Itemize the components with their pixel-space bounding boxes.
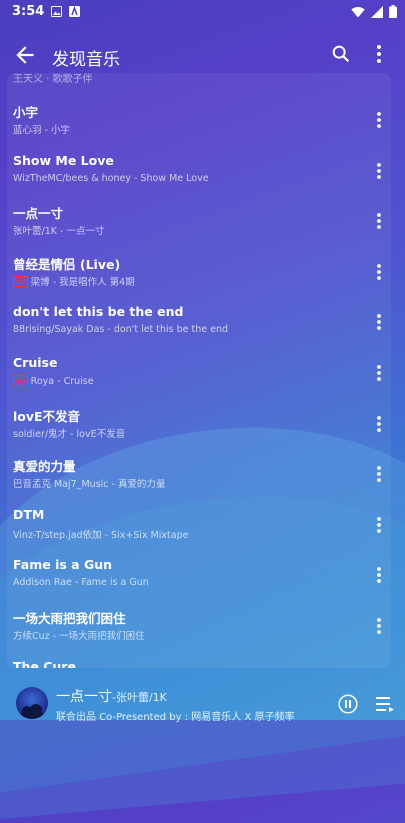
song-list-item[interactable]: Cruise SQ Roya - Cruise: [7, 349, 391, 399]
song-title: 一场大雨把我们困住: [13, 611, 126, 626]
song-artist-album: Vinz-T/step.jad依加 - Six+Six Mixtape: [13, 529, 189, 541]
app-notification-icon: [69, 5, 81, 17]
song-list-item[interactable]: The Cure: [7, 653, 391, 668]
song-title: 真爱的力量: [13, 459, 76, 475]
back-arrow-icon[interactable]: [12, 42, 38, 68]
now-playing-subtitle: 联合出品 Co-Presented by : 网易音乐人 X 原子频率: [56, 712, 295, 723]
album-cover[interactable]: [16, 687, 48, 719]
song-title: 小宇: [13, 105, 39, 120]
song-subtitle: Addison Rae - Fame is a Gun: [13, 577, 149, 588]
song-subtitle: Vinz-T/step.jad依加 - Six+Six Mixtape: [13, 527, 188, 541]
song-artist-album: Roya - Cruise: [30, 376, 94, 387]
song-list-item[interactable]: 真爱的力量巴音孟克 Maj7_Music - 真爱的力量: [7, 450, 391, 500]
song-list-item[interactable]: 一场大雨把我们困住方续Cuz - 一场大雨把我们困住: [7, 602, 391, 652]
song-artist-album: WizTheMC/bees & honey - Show Me Love: [13, 172, 209, 184]
song-list-item[interactable]: DTM Vinz-T/step.jad依加 - Six+Six Mixtape: [7, 501, 391, 551]
song-artist-album: 巴音孟克 Maj7_Music - 真爱的力量: [13, 479, 166, 491]
song-title: Show Me Love: [13, 152, 114, 168]
song-artist-album: 方续Cuz - 一场大雨把我们困住: [13, 631, 145, 642]
search-icon[interactable]: [330, 43, 352, 65]
playlist-icon[interactable]: [376, 696, 394, 712]
song-list-item[interactable]: 曾经是情侣 (Live) SQ 梁博 - 我是唱作人 第4期: [7, 248, 391, 298]
partial-list-item-subtitle: 王天义 · 歌歌子伴: [13, 74, 93, 85]
song-subtitle: 巴音孟克 Maj7_Music - 真爱的力量: [13, 476, 165, 490]
song-title: DTM: [13, 506, 45, 522]
song-title: 曾经是情侣 (Live): [13, 256, 121, 272]
more-options-icon[interactable]: [371, 159, 387, 183]
wifi-icon: [351, 3, 365, 22]
now-playing-song: 一点一寸: [56, 689, 112, 705]
song-list-item[interactable]: lovE不发音 soldier/鬼才 - lovE不发音: [7, 400, 391, 450]
more-options-icon[interactable]: [371, 310, 387, 334]
pause-button[interactable]: [338, 694, 358, 714]
sq-quality-badge: SQ: [13, 375, 28, 386]
song-subtitle: 蓝心羽 - 小宇: [13, 122, 70, 136]
song-title: 一点一寸: [13, 206, 64, 222]
more-options-icon[interactable]: [371, 260, 387, 284]
song-subtitle: 88rising/Sayak Das - don't let this be t…: [13, 324, 228, 335]
more-options-icon[interactable]: [371, 614, 387, 638]
song-artist-album: soldier/鬼才 - lovE不发音: [13, 428, 126, 440]
signal-icon: [371, 3, 383, 22]
battery-icon: [389, 3, 397, 22]
song-subtitle: 张叶蕾/1K - 一点一寸: [13, 223, 104, 237]
song-artist-album: 88rising/Sayak Das - don't let this be t…: [13, 324, 229, 336]
song-title: The Cure: [13, 658, 76, 668]
image-notification-icon: [51, 5, 63, 17]
more-options-icon[interactable]: [371, 462, 387, 486]
song-list-item[interactable]: Show Me Love WizTheMC/bees & honey - Show…: [7, 147, 391, 197]
song-subtitle: SQ 梁博 - 我是唱作人 第4期: [13, 274, 135, 288]
song-subtitle: soldier/鬼才 - lovE不发音: [13, 426, 125, 440]
more-options-icon[interactable]: [371, 108, 387, 132]
song-list: 王天义 · 歌歌子伴 小宇蓝心羽 - 小宇 Show Me Love WizTheM…: [7, 73, 391, 668]
song-subtitle: WizTheMC/bees & honey - Show Me Love: [13, 173, 209, 184]
more-options-icon[interactable]: [371, 412, 387, 436]
song-subtitle: 方续Cuz - 一场大雨把我们困住: [13, 628, 145, 642]
song-title: Cruise: [13, 355, 58, 370]
song-artist-album: 蓝心羽 - 小宇: [13, 125, 70, 136]
song-artist-album: 张叶蕾/1K - 一点一寸: [13, 226, 105, 238]
now-playing-title: 一点一寸-张叶蕾/1K: [56, 686, 167, 706]
status-bar: 3:54: [0, 0, 405, 22]
now-playing-artist: -张叶蕾/1K: [112, 691, 167, 704]
song-title: don't let this be the end: [13, 304, 184, 320]
song-artist-album: Addison Rae - Fame is a Gun: [13, 577, 149, 589]
more-options-icon[interactable]: [371, 209, 387, 233]
song-list-item[interactable]: 小宇蓝心羽 - 小宇: [7, 96, 391, 146]
song-list-item[interactable]: 一点一寸张叶蕾/1K - 一点一寸: [7, 197, 391, 247]
more-options-icon[interactable]: [371, 513, 387, 537]
more-options-icon[interactable]: [371, 563, 387, 587]
song-list-item[interactable]: Fame is a Gun Addison Rae - Fame is a Gun: [7, 551, 391, 601]
page-title: 发现音乐: [52, 50, 120, 70]
song-list-item[interactable]: don't let this be the end 88rising/Sayak …: [7, 298, 391, 348]
song-subtitle: SQ Roya - Cruise: [13, 375, 94, 387]
more-options-icon[interactable]: [369, 41, 389, 67]
sq-quality-badge: SQ: [13, 275, 28, 287]
mini-player[interactable]: 一点一寸-张叶蕾/1K 联合出品 Co-Presented by : 网易音乐人…: [0, 674, 405, 723]
status-time: 3:54: [12, 3, 45, 19]
song-title: Fame is a Gun: [13, 557, 113, 573]
more-options-icon[interactable]: [371, 361, 387, 385]
song-artist-album: 梁博 - 我是唱作人 第4期: [30, 276, 135, 288]
song-title: lovE不发音: [13, 408, 81, 424]
